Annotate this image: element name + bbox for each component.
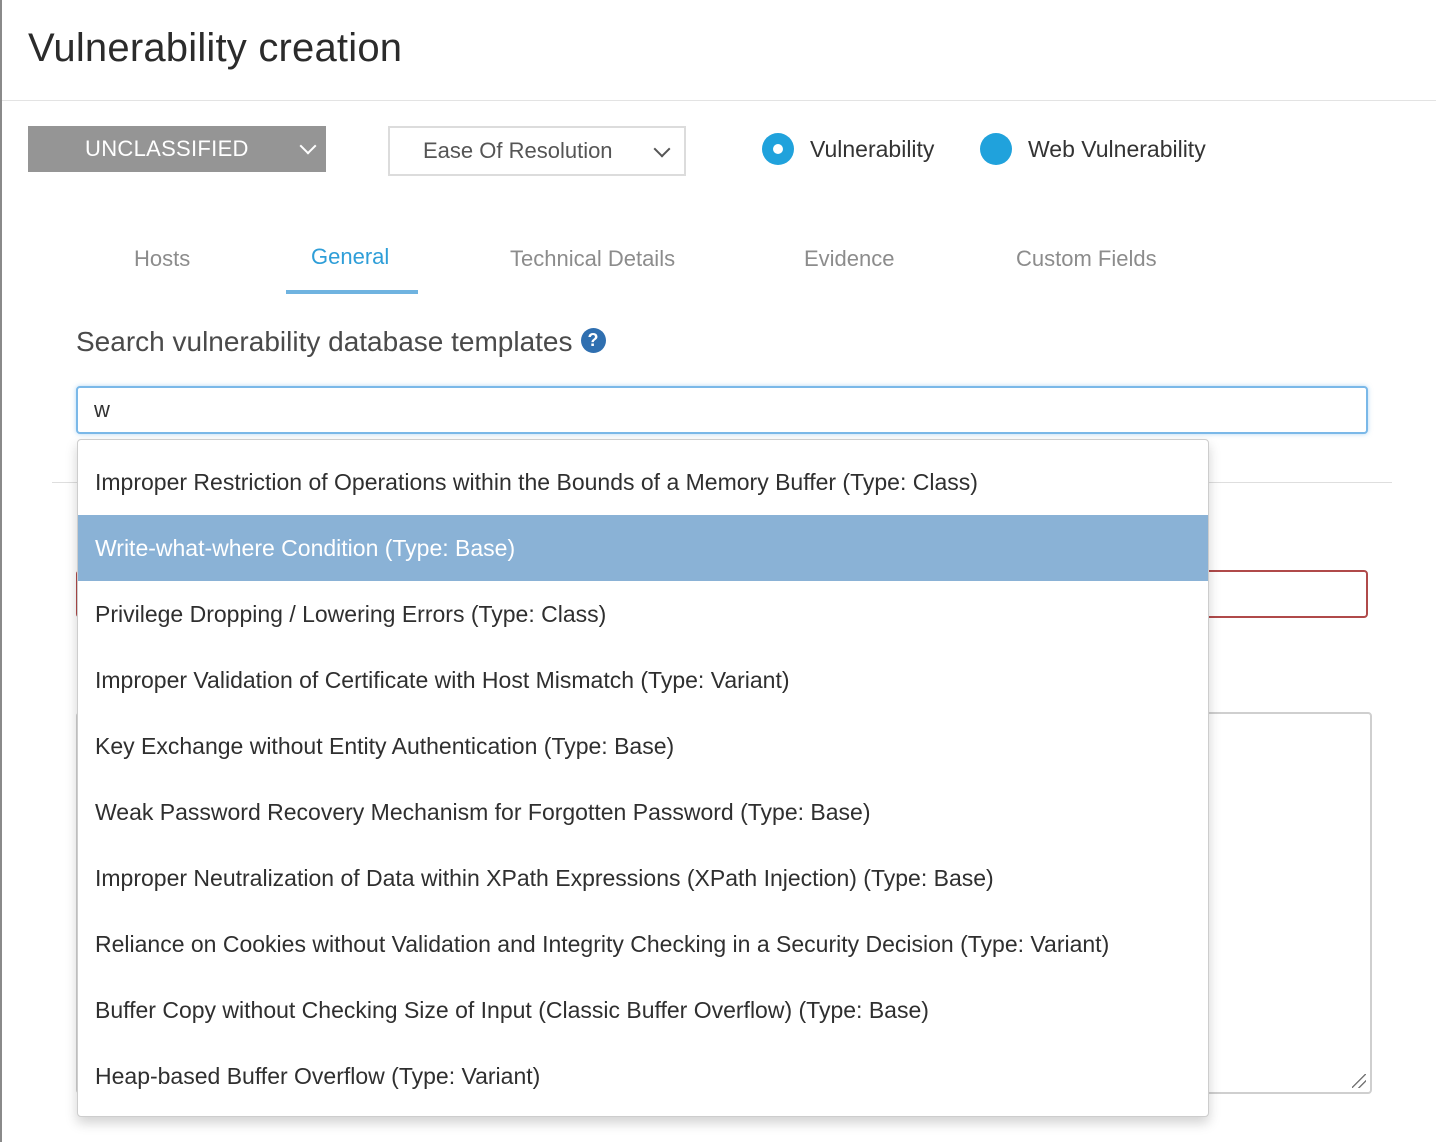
tab-bar: Hosts General Technical Details Evidence… bbox=[2, 240, 1436, 296]
suggestion-item-active[interactable]: Write-what-where Condition (Type: Base) bbox=[78, 515, 1208, 581]
tab-custom-fields[interactable]: Custom Fields bbox=[1016, 246, 1157, 272]
resize-handle-icon[interactable] bbox=[1352, 1074, 1366, 1088]
radio-web-vulnerability-label: Web Vulnerability bbox=[1028, 135, 1206, 162]
vulnerability-creation-modal: Vulnerability creation UNCLASSIFIED Ease… bbox=[0, 0, 1436, 1142]
suggestion-item[interactable]: Improper Restriction of Operations withi… bbox=[78, 449, 1208, 515]
ease-of-resolution-label: Ease Of Resolution bbox=[423, 138, 613, 163]
suggestion-item[interactable]: Reliance on Cookies without Validation a… bbox=[78, 911, 1208, 977]
suggestion-item[interactable]: Key Exchange without Entity Authenticati… bbox=[78, 713, 1208, 779]
suggestion-item[interactable]: Improper Neutralization of Data within X… bbox=[78, 845, 1208, 911]
question-circle-icon[interactable]: ? bbox=[580, 327, 606, 353]
radio-unchecked-icon[interactable] bbox=[980, 133, 1012, 165]
suggestion-item[interactable]: Weak Password Recovery Mechanism for For… bbox=[78, 779, 1208, 845]
template-suggestions-list: Improper Restriction of Operations withi… bbox=[77, 439, 1209, 1117]
suggestion-item[interactable]: Improper Validation of Certificate with … bbox=[78, 647, 1208, 713]
tab-hosts[interactable]: Hosts bbox=[134, 246, 190, 272]
chevron-down-icon bbox=[653, 140, 671, 158]
severity-dropdown[interactable]: UNCLASSIFIED bbox=[28, 126, 326, 172]
chevron-down-icon bbox=[299, 137, 317, 155]
suggestion-item[interactable]: Buffer Copy without Checking Size of Inp… bbox=[78, 977, 1208, 1043]
suggestion-item[interactable]: Heap-based Buffer Overflow (Type: Varian… bbox=[78, 1043, 1208, 1109]
active-tab-indicator bbox=[286, 290, 418, 294]
radio-vulnerability[interactable]: Vulnerability bbox=[762, 133, 934, 165]
search-templates-input[interactable] bbox=[76, 386, 1368, 434]
severity-dropdown-label: UNCLASSIFIED bbox=[85, 136, 249, 161]
radio-checked-icon[interactable] bbox=[762, 133, 794, 165]
ease-of-resolution-dropdown[interactable]: Ease Of Resolution bbox=[388, 126, 686, 176]
tab-evidence[interactable]: Evidence bbox=[804, 246, 895, 272]
modal-title: Vulnerability creation bbox=[28, 26, 403, 70]
header-divider bbox=[2, 100, 1436, 101]
tab-technical-details[interactable]: Technical Details bbox=[510, 246, 675, 272]
radio-web-vulnerability[interactable]: Web Vulnerability bbox=[980, 133, 1206, 165]
search-templates-label-text: Search vulnerability database templates bbox=[76, 326, 573, 357]
tab-general[interactable]: General bbox=[311, 244, 389, 270]
suggestion-item[interactable]: Privilege Dropping / Lowering Errors (Ty… bbox=[78, 581, 1208, 647]
search-templates-label: Search vulnerability database templates … bbox=[76, 326, 606, 358]
radio-vulnerability-label: Vulnerability bbox=[810, 135, 935, 162]
